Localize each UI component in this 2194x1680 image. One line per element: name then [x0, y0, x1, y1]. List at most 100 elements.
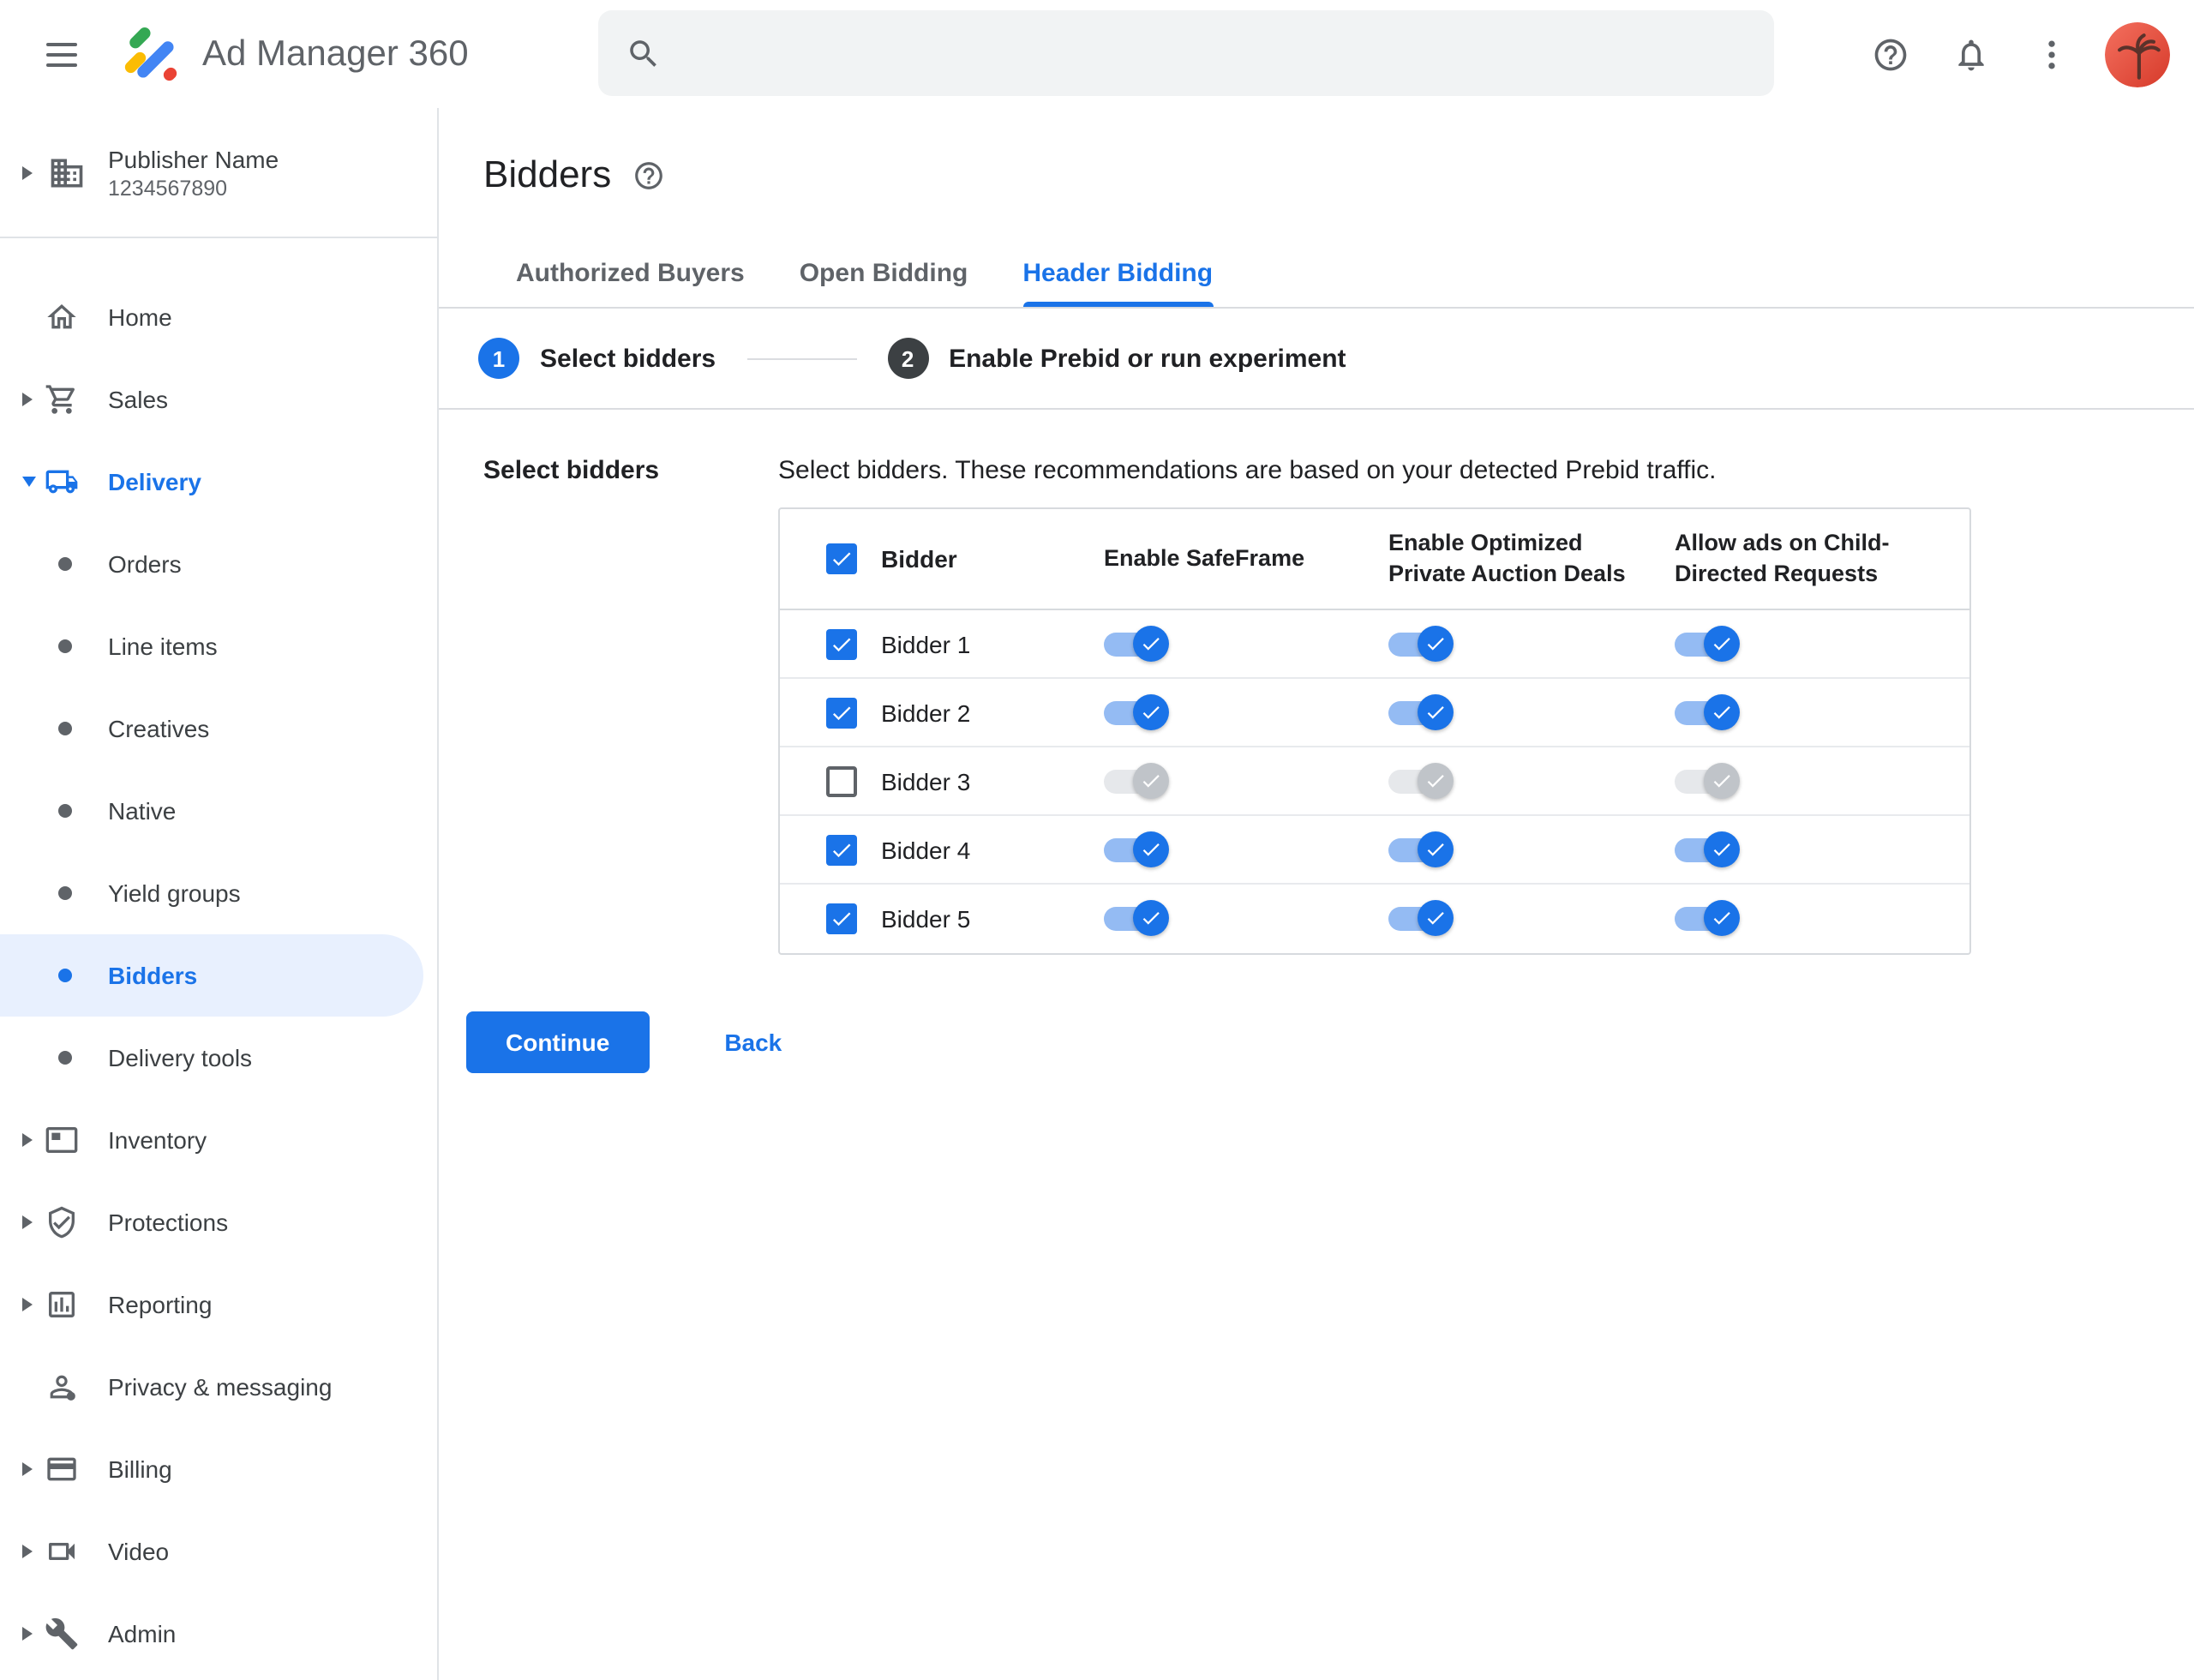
column-header-child-directed: Allow ads on Child-Directed Requests	[1675, 529, 1890, 586]
toggle-thumb	[1133, 693, 1169, 729]
sidebar-item-inventory[interactable]: Inventory	[0, 1099, 423, 1181]
safeframe-toggle[interactable]	[1104, 625, 1169, 661]
toggle-thumb	[1704, 900, 1740, 936]
cart-icon	[45, 382, 79, 417]
child-directed-toggle[interactable]	[1675, 693, 1740, 729]
tab-header-bidding[interactable]: Header Bidding	[995, 238, 1240, 307]
chevron-right-icon	[22, 1298, 33, 1311]
sidebar-item-label: Reporting	[108, 1291, 213, 1318]
optimized-deals-toggle[interactable]	[1388, 693, 1454, 729]
sidebar-item-label: Native	[108, 797, 177, 825]
safeframe-toggle[interactable]	[1104, 762, 1169, 798]
row-checkbox[interactable]	[826, 628, 857, 659]
sidebar-item-orders[interactable]: Orders	[0, 523, 423, 605]
table-row: Bidder 2	[780, 679, 1969, 747]
chart-icon	[45, 1287, 79, 1322]
more-vertical-icon[interactable]	[2017, 20, 2086, 88]
safeframe-toggle[interactable]	[1104, 900, 1169, 936]
sidebar-nav: Home Sales Delivery Orders Line items Creativ…	[0, 238, 437, 1675]
publisher-selector[interactable]: Publisher Name 1234567890	[0, 108, 437, 238]
stepper: 1 Select bidders 2 Enable Prebid or run …	[439, 309, 2194, 410]
sidebar-item-native[interactable]: Native	[0, 770, 423, 852]
truck-icon	[45, 465, 79, 499]
row-checkbox[interactable]	[826, 697, 857, 728]
menu-icon[interactable]	[27, 20, 96, 88]
sidebar-item-label: Privacy & messaging	[108, 1373, 333, 1401]
toggle-thumb	[1704, 762, 1740, 798]
row-checkbox[interactable]	[826, 903, 857, 934]
inventory-icon	[45, 1123, 79, 1157]
continue-button[interactable]: Continue	[466, 1011, 650, 1073]
search-input[interactable]	[682, 39, 1747, 68]
step-1[interactable]: 1 Select bidders	[478, 338, 716, 379]
step-2[interactable]: 2 Enable Prebid or run experiment	[887, 338, 1346, 379]
table-body: Bidder 1 Bidder 2 Bidder 3 Bidder 4 Bidder 5	[780, 610, 1969, 953]
child-directed-toggle[interactable]	[1675, 762, 1740, 798]
sidebar-item-reporting[interactable]: Reporting	[0, 1263, 423, 1346]
tab-authorized-buyers[interactable]: Authorized Buyers	[489, 238, 772, 307]
child-directed-toggle[interactable]	[1675, 900, 1740, 936]
optimized-deals-toggle[interactable]	[1388, 831, 1454, 867]
table-row: Bidder 1	[780, 610, 1969, 679]
sidebar-item-home[interactable]: Home	[0, 276, 423, 358]
card-icon	[45, 1452, 79, 1486]
building-icon	[48, 153, 86, 191]
row-checkbox[interactable]	[826, 765, 857, 796]
child-directed-toggle[interactable]	[1675, 625, 1740, 661]
row-checkbox[interactable]	[826, 834, 857, 865]
bullet-icon	[58, 969, 72, 982]
sidebar-item-label: Line items	[108, 633, 218, 660]
wrench-icon	[45, 1617, 79, 1651]
chevron-right-icon	[22, 1133, 33, 1147]
sidebar-item-billing[interactable]: Billing	[0, 1428, 423, 1510]
bidder-name: Bidder 3	[881, 767, 971, 795]
optimized-deals-toggle[interactable]	[1388, 762, 1454, 798]
sidebar-item-creatives[interactable]: Creatives	[0, 687, 423, 770]
toggle-thumb	[1133, 625, 1169, 661]
sidebar-item-line-items[interactable]: Line items	[0, 605, 423, 687]
sidebar-item-delivery[interactable]: Delivery	[0, 441, 423, 523]
optimized-deals-toggle[interactable]	[1388, 625, 1454, 661]
sidebar-item-privacy-messaging[interactable]: Privacy & messaging	[0, 1346, 423, 1428]
table-row: Bidder 5	[780, 885, 1969, 953]
safeframe-toggle[interactable]	[1104, 693, 1169, 729]
bullet-icon	[58, 722, 72, 735]
sidebar-item-label: Inventory	[108, 1126, 207, 1154]
safeframe-toggle[interactable]	[1104, 831, 1169, 867]
search-bar[interactable]	[598, 10, 1774, 96]
table-row: Bidder 4	[780, 816, 1969, 885]
toggle-thumb	[1704, 831, 1740, 867]
tab-open-bidding[interactable]: Open Bidding	[772, 238, 996, 307]
avatar[interactable]	[2105, 21, 2170, 87]
optimized-deals-toggle[interactable]	[1388, 900, 1454, 936]
back-button[interactable]: Back	[693, 1015, 812, 1070]
app: Ad Manager 360 Publisher Name 1234567890…	[0, 0, 2194, 1680]
sidebar-item-bidders[interactable]: Bidders	[0, 934, 423, 1017]
sidebar-item-sales[interactable]: Sales	[0, 358, 423, 441]
sidebar-item-protections[interactable]: Protections	[0, 1181, 423, 1263]
page-help-icon[interactable]	[632, 159, 664, 191]
page-head: Bidders	[439, 108, 2194, 197]
table-row: Bidder 3	[780, 747, 1969, 816]
column-header-optimized-deals: Enable Optimized Private Auction Deals	[1388, 529, 1626, 586]
bidder-name: Bidder 5	[881, 905, 971, 933]
notifications-icon[interactable]	[1937, 20, 2005, 88]
select-all-checkbox[interactable]	[826, 543, 857, 574]
toggle-thumb	[1418, 831, 1454, 867]
sidebar-item-video[interactable]: Video	[0, 1510, 423, 1593]
chevron-right-icon	[22, 165, 33, 179]
section-description: Select bidders. These recommendations ar…	[778, 456, 1717, 485]
help-icon[interactable]	[1856, 20, 1925, 88]
topbar: Ad Manager 360	[0, 0, 2194, 108]
sidebar-item-label: Video	[108, 1538, 170, 1565]
sidebar-item-label: Orders	[108, 550, 182, 578]
table-header-row: Bidder Enable SafeFrame Enable Optimized…	[780, 509, 1969, 610]
sidebar-item-yield-groups[interactable]: Yield groups	[0, 852, 423, 934]
bullet-icon	[58, 1051, 72, 1065]
column-header-bidder: Bidder	[881, 544, 957, 573]
child-directed-toggle[interactable]	[1675, 831, 1740, 867]
sidebar: Publisher Name 1234567890 Home Sales Deliv…	[0, 108, 439, 1680]
bullet-icon	[58, 804, 72, 818]
sidebar-item-admin[interactable]: Admin	[0, 1593, 423, 1675]
sidebar-item-delivery-tools[interactable]: Delivery tools	[0, 1017, 423, 1099]
